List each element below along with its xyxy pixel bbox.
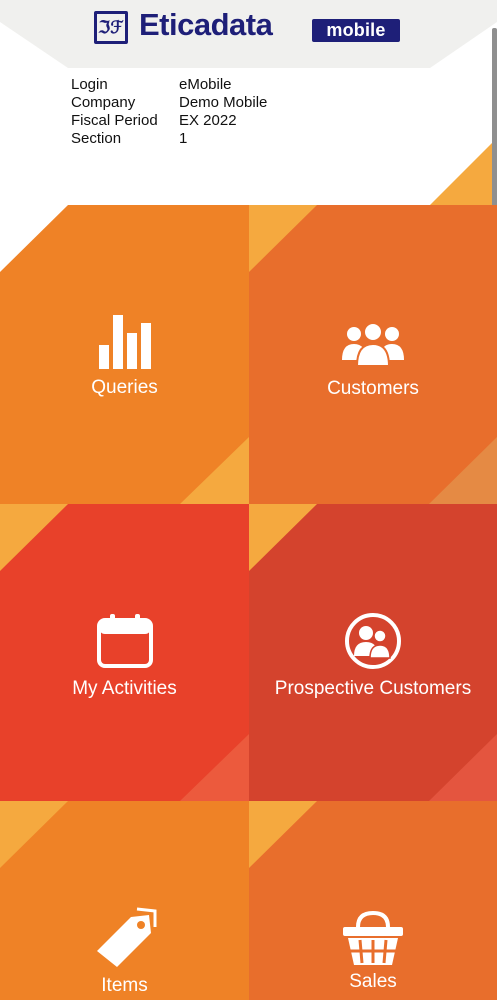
session-info: Login eMobile Company Demo Mobile Fiscal… xyxy=(71,76,267,148)
session-label: Fiscal Period xyxy=(71,112,158,129)
app-logo: ℑℱ Eticadata mobile xyxy=(60,0,445,68)
tile-label: My Activities xyxy=(72,678,177,699)
session-label: Company xyxy=(71,94,136,111)
basket-icon xyxy=(343,911,403,965)
session-row-login: Login eMobile xyxy=(71,76,267,94)
brand-mark-icon: ℑℱ xyxy=(94,11,128,44)
tile-label: Queries xyxy=(91,377,158,398)
tile-my-activities[interactable]: My Activities xyxy=(0,504,249,801)
session-row-company: Company Demo Mobile xyxy=(71,94,267,112)
session-label: Section xyxy=(71,130,122,147)
tile-prospective-customers[interactable]: Prospective Customers xyxy=(249,504,497,801)
tile-content: Prospective Customers xyxy=(249,612,497,700)
headset-users-icon xyxy=(345,613,401,669)
brand-name: Eticadata xyxy=(139,7,273,42)
tile-queries[interactable]: Queries xyxy=(0,205,249,504)
session-value: 1 xyxy=(179,130,188,147)
bar-chart-icon xyxy=(98,315,151,369)
session-value: Demo Mobile xyxy=(179,94,268,111)
tile-sales[interactable]: Sales xyxy=(249,801,497,1000)
tile-content: Queries xyxy=(0,315,249,399)
calendar-icon xyxy=(96,614,153,668)
session-row-fiscal-period: Fiscal Period EX 2022 xyxy=(71,112,267,130)
tile-label: Prospective Customers xyxy=(274,678,472,699)
tile-label: Sales xyxy=(349,971,397,992)
session-value: EX 2022 xyxy=(179,112,237,129)
tile-items[interactable]: Items xyxy=(0,801,249,1000)
tile-label: Items xyxy=(101,975,148,996)
session-value: eMobile xyxy=(179,76,232,93)
tile-content: Items xyxy=(0,907,249,997)
tile-label: Customers xyxy=(327,378,419,399)
session-row-section: Section 1 xyxy=(71,130,267,148)
mobile-badge: mobile xyxy=(312,19,400,42)
tile-content: My Activities xyxy=(0,614,249,700)
tile-content: Sales xyxy=(249,911,497,993)
tile-content: Customers xyxy=(249,320,497,400)
tag-icon xyxy=(96,907,156,967)
session-label: Login xyxy=(71,76,108,93)
people-group-icon xyxy=(342,322,404,366)
tile-customers[interactable]: Customers xyxy=(249,205,497,504)
